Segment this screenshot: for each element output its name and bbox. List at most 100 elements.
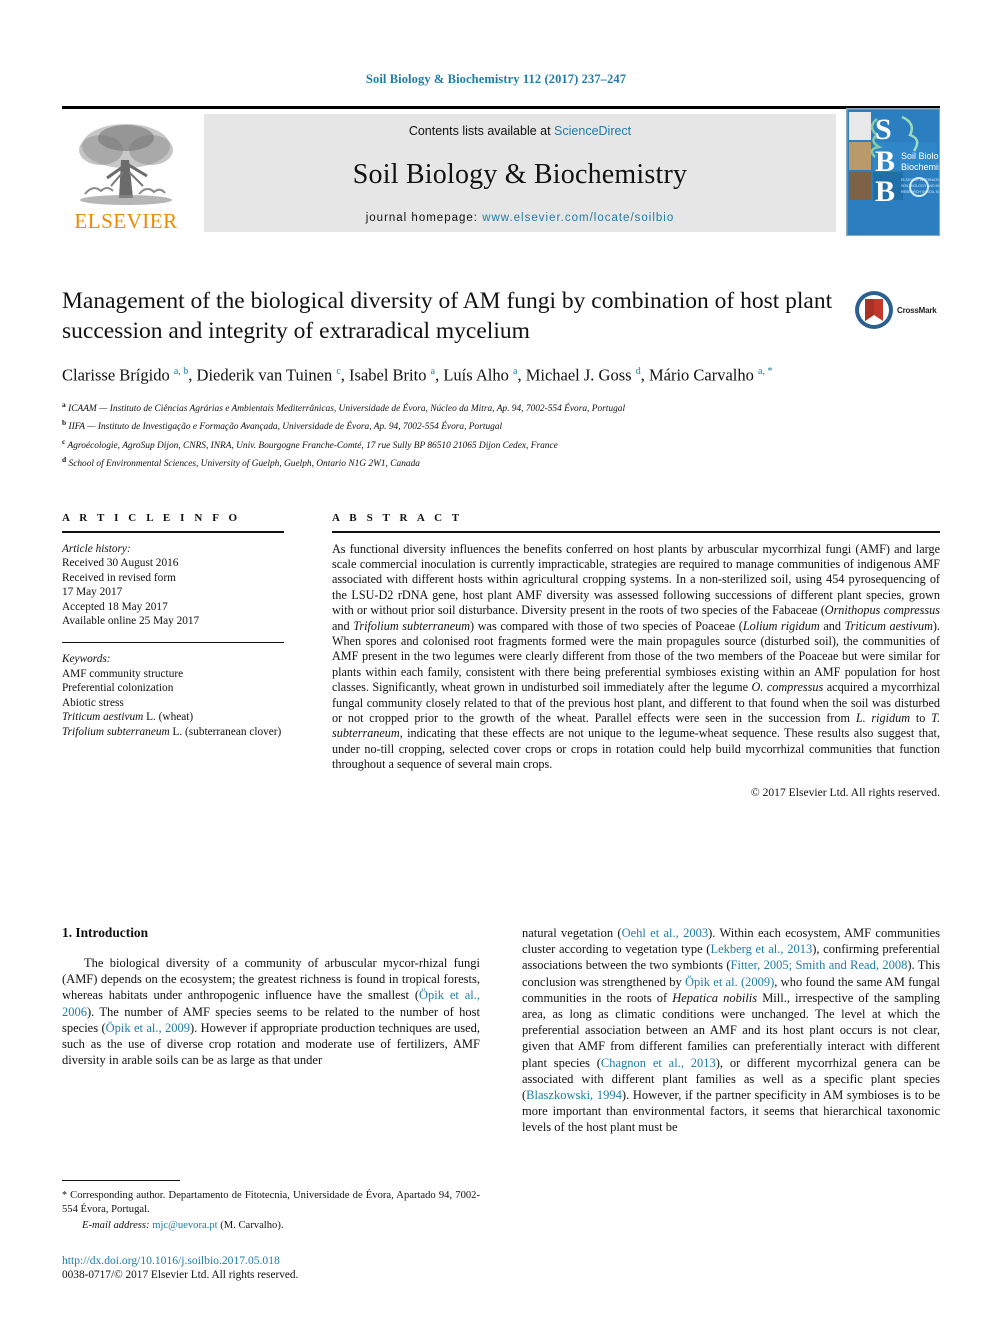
author-list: Clarisse Brígido a, b, Diederik van Tuin…	[62, 360, 862, 387]
abstract-species: L. rigidum	[855, 710, 911, 725]
abstract-seg: , indicating that these effects are not …	[332, 726, 940, 772]
crossmark-badge[interactable]: CrossMark	[854, 288, 940, 332]
citation-link[interactable]: Fitter, 2005; Smith and Read, 2008	[731, 958, 908, 972]
section-heading-introduction: 1. Introduction	[62, 925, 149, 940]
history-item: Received in revised form	[62, 571, 176, 584]
intro-seg: The biological diversity of a community …	[62, 956, 480, 1003]
citation-link[interactable]: Lekberg et al., 2013	[710, 942, 812, 956]
article-info-heading: A R T I C L E I N F O	[62, 512, 241, 524]
author-affiliation-mark: a, *	[758, 366, 773, 377]
journal-title: Soil Biology & Biochemistry	[352, 159, 688, 190]
affiliation-text: Agroécologie, AgroSup Dijon, CNRS, INRA,…	[65, 440, 558, 451]
affiliation-text: School of Environmental Sciences, Univer…	[66, 459, 420, 470]
title-block: CrossMark Management of the biological d…	[62, 286, 940, 472]
svg-text:RESEARCH IN SOIL SCIENCE: RESEARCH IN SOIL SCIENCE	[901, 190, 940, 194]
running-head: Soil Biology & Biochemistry 112 (2017) 2…	[365, 72, 627, 86]
paper-page: Soil Biology & Biochemistry 112 (2017) 2…	[0, 0, 992, 1323]
abstract-column: A B S T R A C T As functional diversity …	[332, 512, 940, 799]
email-label: E-mail address:	[82, 1220, 150, 1232]
keyword-item: AMF community structure	[62, 667, 184, 680]
keyword-item: Abiotic stress	[62, 696, 124, 709]
author-name[interactable]: Diederik van Tuinen	[197, 366, 337, 385]
corresponding-author-footnote: * Corresponding author. Departamento de …	[62, 1180, 480, 1234]
keyword-species-suffix: L. (subterranean clover)	[169, 726, 282, 739]
elsevier-tree-icon	[79, 124, 173, 205]
citation-link[interactable]: Oehl et al., 2003	[622, 926, 709, 940]
abstract-seg: and	[819, 618, 845, 633]
svg-text:B: B	[875, 145, 895, 178]
issn-copyright: 0038-0717/© 2017 Elsevier Ltd. All right…	[62, 1269, 299, 1281]
keyword-item: Trifolium subterraneum L. (subterranean …	[62, 725, 284, 740]
affiliation-text: ICAAM — Instituto de Ciências Agrárias e…	[65, 403, 626, 414]
article-history-label: Article history:	[62, 542, 131, 555]
email-link[interactable]: mjc@uevora.pt	[152, 1220, 217, 1231]
abstract-seg: ) was compared with those of two species…	[470, 618, 743, 633]
footnote-email-line: E-mail address: mjc@uevora.pt (M. Carval…	[62, 1219, 480, 1233]
journal-masthead: ELSEVIER Contents lists available at Sci…	[62, 106, 940, 238]
contents-panel: Contents lists available at ScienceDirec…	[204, 114, 836, 232]
abstract-seg: to	[910, 710, 932, 725]
abstract-species: O. compressus	[751, 680, 824, 695]
keyword-item: Triticum aestivum L. (wheat)	[62, 710, 284, 725]
citation-link[interactable]: Öpik et al., 2009	[106, 1021, 190, 1035]
affiliation-item: b IIFA — Instituto de Investigação e For…	[62, 416, 862, 435]
keywords-label: Keywords:	[62, 653, 111, 666]
intro-paragraph-right: natural vegetation (Oehl et al., 2003). …	[522, 925, 940, 1136]
abstract-body: As functional diversity influences the b…	[332, 542, 940, 773]
citation-link[interactable]: Öpik et al. (2009)	[685, 975, 774, 989]
footnote-text: * Corresponding author. Departamento de …	[62, 1189, 480, 1217]
svg-text:Soil Biology &: Soil Biology &	[901, 151, 940, 161]
abstract-copyright: © 2017 Elsevier Ltd. All rights reserved…	[750, 785, 940, 799]
affiliation-text: IIFA — Instituto de Investigação e Forma…	[66, 422, 503, 433]
abstract-seg: and	[332, 618, 354, 633]
svg-text:SOIL BIOLOGY AND BIOCHEM: SOIL BIOLOGY AND BIOCHEM	[901, 184, 940, 188]
keyword-item: Preferential colonization	[62, 682, 174, 695]
body-column-left: 1. Introduction The biological diversity…	[62, 925, 480, 1068]
history-item: Available online 25 May 2017	[62, 615, 200, 628]
doi-link[interactable]: http://dx.doi.org/10.1016/j.soilbio.2017…	[62, 1253, 542, 1268]
author-separator: ,	[640, 365, 649, 385]
svg-text:Biochemistry: Biochemistry	[901, 162, 940, 172]
author-separator: ,	[188, 365, 197, 385]
author-name[interactable]: Mário Carvalho	[649, 366, 758, 385]
history-item: Accepted 18 May 2017	[62, 600, 168, 613]
elsevier-logo: ELSEVIER	[62, 114, 190, 232]
keyword-species-name: Trifolium subterraneum	[62, 726, 170, 739]
citation-link[interactable]: Blaszkowski, 1994	[526, 1088, 622, 1102]
abstract-species: Lolium rigidum	[742, 618, 820, 633]
citation-link[interactable]: Chagnon et al., 2013	[601, 1056, 716, 1070]
author-name[interactable]: Isabel Brito	[349, 366, 431, 385]
intro-seg: natural vegetation (	[522, 926, 622, 940]
homepage-url-link[interactable]: www.elsevier.com/locate/soilbio	[482, 212, 674, 224]
affiliation-item: d School of Environmental Sciences, Univ…	[62, 453, 862, 472]
doi-footer: http://dx.doi.org/10.1016/j.soilbio.2017…	[62, 1253, 542, 1283]
keywords-rule	[62, 642, 284, 644]
svg-text:ELSEVIER INTERNATIONAL: ELSEVIER INTERNATIONAL	[901, 178, 940, 182]
affiliation-item: c Agroécologie, AgroSup Dijon, CNRS, INR…	[62, 435, 862, 454]
article-info-rule	[62, 531, 284, 533]
sciencedirect-link[interactable]: ScienceDirect	[554, 124, 631, 138]
email-suffix: (M. Carvalho).	[217, 1220, 284, 1232]
author-name[interactable]: Luís Alho	[443, 366, 513, 385]
abstract-rule	[332, 531, 940, 533]
journal-cover-art: S B B Soil Biology & Biochemistry ELSEVI…	[847, 109, 940, 235]
footnote-body: Corresponding author. Departamento de Fi…	[62, 1190, 480, 1216]
author-name[interactable]: Clarisse Brígido	[62, 366, 174, 385]
history-item: Received 30 August 2016	[62, 557, 179, 570]
footnote-rule	[62, 1180, 180, 1181]
abstract-heading: A B S T R A C T	[332, 512, 463, 524]
article-info-column: A R T I C L E I N F O Article history: R…	[62, 512, 284, 740]
keyword-species-name: Triticum aestivum	[62, 711, 144, 724]
intro-species: Hepatica nobilis	[672, 990, 758, 1005]
author-separator: ,	[517, 365, 526, 385]
homepage-prefix: journal homepage:	[365, 212, 483, 224]
abstract-species: Ornithopus compressus	[824, 603, 940, 618]
intro-paragraph-left: The biological diversity of a community …	[62, 955, 480, 1068]
crossmark-label: CrossMark	[897, 305, 937, 315]
body-column-right: natural vegetation (Oehl et al., 2003). …	[522, 925, 940, 1136]
svg-text:S: S	[875, 113, 892, 146]
author-name[interactable]: Michael J. Goss	[526, 366, 636, 385]
affiliation-list: a ICAAM — Instituto de Ciências Agrárias…	[62, 398, 862, 472]
keyword-species-suffix: L. (wheat)	[143, 711, 194, 724]
